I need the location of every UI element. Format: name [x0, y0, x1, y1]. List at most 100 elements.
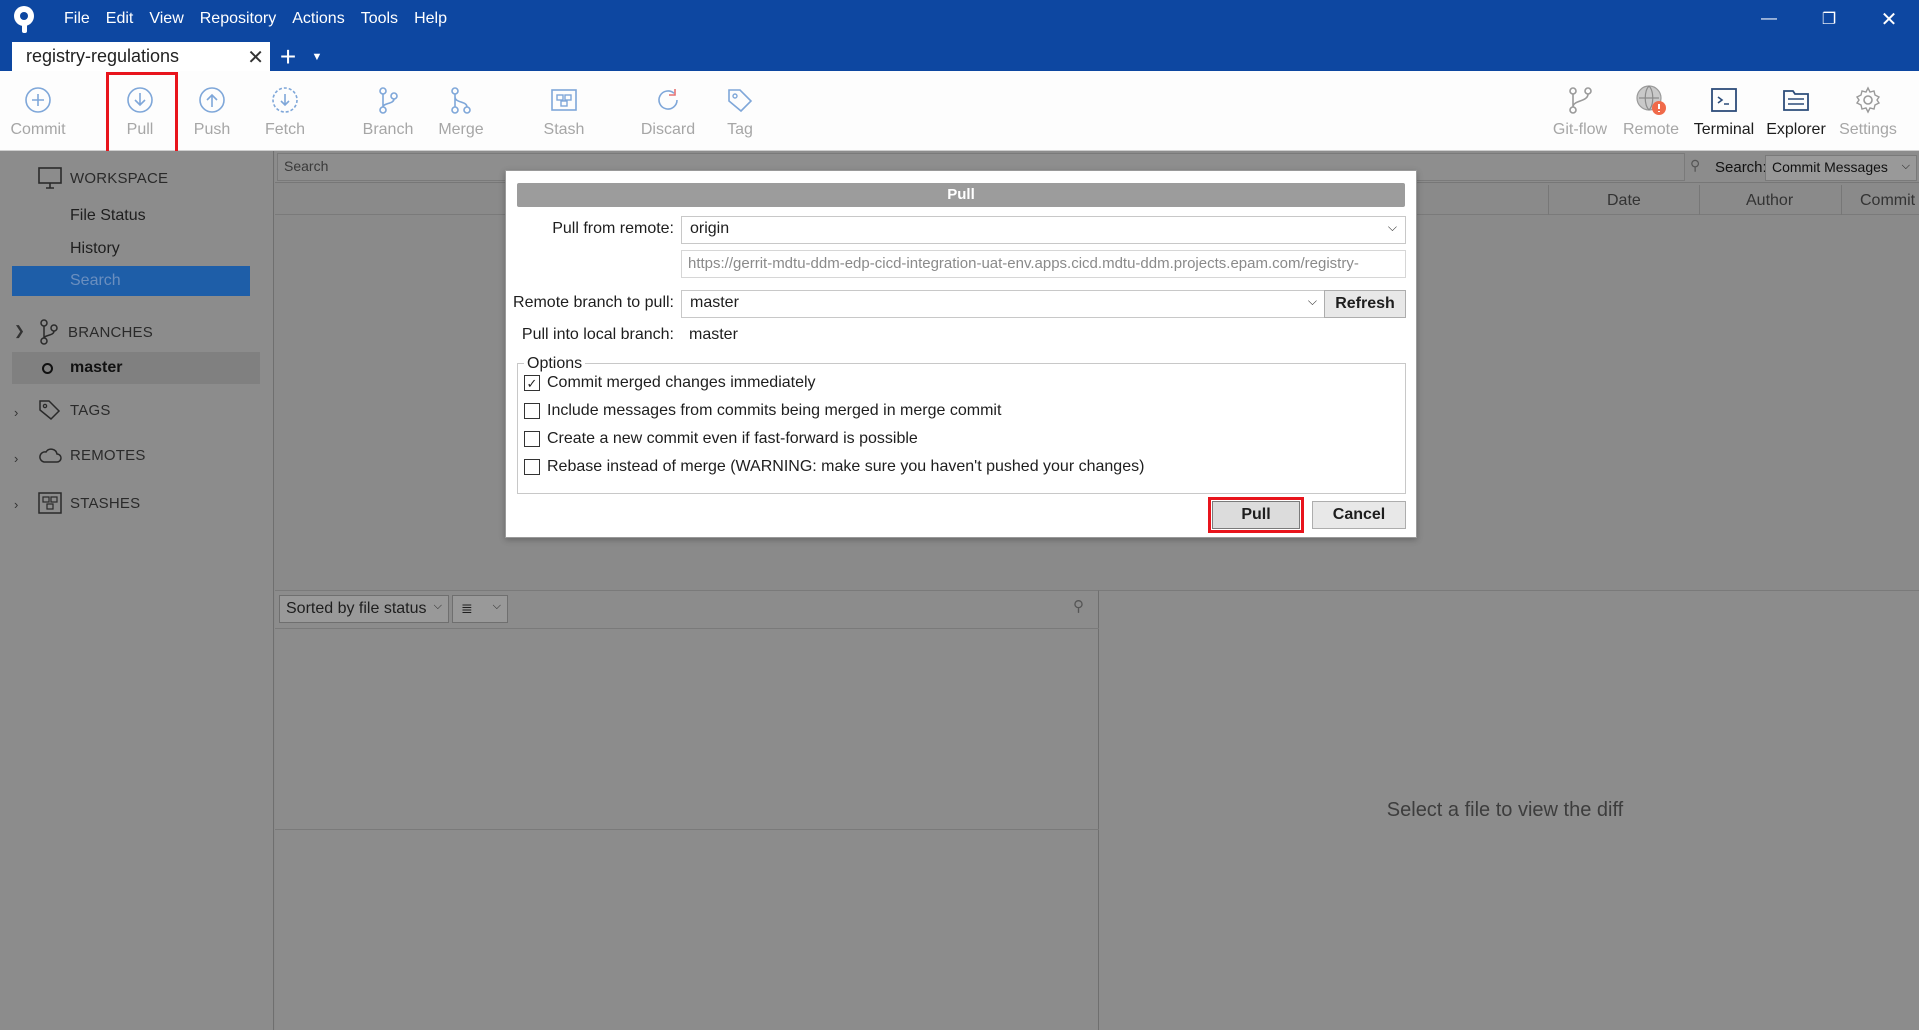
- remote-button[interactable]: Remote: [1619, 71, 1683, 151]
- branch-item-master[interactable]: master: [12, 352, 260, 384]
- settings-label: Settings: [1839, 121, 1897, 138]
- remotes-header[interactable]: REMOTES: [38, 446, 146, 464]
- checkbox[interactable]: [524, 403, 540, 419]
- files-panel: Sorted by file status ⌵ ≣ ⌵ ⚲: [275, 590, 1099, 1030]
- tab-list-chevron-icon[interactable]: ▼: [306, 42, 328, 71]
- local-branch-value: master: [689, 326, 738, 343]
- remote-branch-select[interactable]: master ⌵: [681, 290, 1326, 318]
- local-branch-label: Pull into local branch:: [521, 326, 674, 343]
- tag-icon: [723, 83, 757, 117]
- refresh-label: Refresh: [1335, 295, 1395, 312]
- checkbox[interactable]: [524, 459, 540, 475]
- push-label: Push: [193, 121, 231, 138]
- menu-actions[interactable]: Actions: [284, 10, 352, 28]
- menu-file[interactable]: File: [56, 10, 98, 28]
- cancel-button[interactable]: Cancel: [1312, 501, 1406, 529]
- commit-label: Commit: [10, 121, 66, 138]
- stash-button[interactable]: Stash: [532, 71, 596, 151]
- view-mode-select[interactable]: ≣ ⌵: [452, 595, 508, 623]
- menu-tools[interactable]: Tools: [353, 10, 406, 28]
- tab-close-icon[interactable]: ✕: [247, 45, 264, 70]
- stashes-label: STASHES: [70, 494, 141, 512]
- terminal-label: Terminal: [1693, 121, 1755, 138]
- search-mode-value: Commit Messages: [1772, 159, 1888, 175]
- options-group: Options ✓ Commit merged changes immediat…: [517, 355, 1406, 494]
- search-mode-select[interactable]: Commit Messages ⌵: [1765, 155, 1917, 181]
- option-include-messages[interactable]: Include messages from commits being merg…: [524, 402, 1001, 420]
- sidebar-item-file-status[interactable]: File Status: [70, 207, 146, 225]
- menu-edit[interactable]: Edit: [98, 10, 142, 28]
- chevron-down-icon: ⌵: [1307, 294, 1317, 308]
- workspace-label: WORKSPACE: [70, 169, 169, 187]
- branches-chevron-down-icon[interactable]: ❯: [14, 323, 25, 339]
- dialog-title: Pull: [517, 183, 1405, 207]
- sort-select[interactable]: Sorted by file status ⌵: [279, 595, 449, 623]
- remotes-chevron-right-icon[interactable]: ›: [14, 451, 18, 466]
- tags-header[interactable]: TAGS: [38, 398, 111, 422]
- chevron-down-icon: ⌵: [492, 600, 501, 612]
- terminal-button[interactable]: Terminal: [1690, 71, 1758, 151]
- column-date[interactable]: Date: [1607, 192, 1641, 210]
- restore-icon[interactable]: ❐: [1799, 0, 1859, 38]
- branches-header[interactable]: BRANCHES: [38, 319, 153, 345]
- search-mode-label: Search:: [1715, 159, 1767, 176]
- search-icon[interactable]: ⚲: [1073, 597, 1084, 615]
- toolbar: Commit Pull Push Fetch Branch Merge Stas…: [0, 71, 1919, 156]
- options-legend: Options: [524, 355, 586, 373]
- commit-icon: [21, 83, 55, 117]
- gitflow-icon: [1563, 83, 1597, 117]
- diff-empty-message: Select a file to view the diff: [1386, 799, 1624, 821]
- stashes-header[interactable]: STASHES: [38, 492, 140, 514]
- menu-view[interactable]: View: [141, 10, 191, 28]
- sidebar: WORKSPACE File Status History Search ❯ B…: [0, 151, 274, 1030]
- settings-button[interactable]: Settings: [1834, 71, 1902, 151]
- option-rebase[interactable]: Rebase instead of merge (WARNING: make s…: [524, 458, 1144, 476]
- stash-icon: [547, 83, 581, 117]
- remote-select[interactable]: origin ⌵: [681, 216, 1406, 244]
- merge-button[interactable]: Merge: [429, 71, 493, 151]
- discard-button[interactable]: Discard: [636, 71, 700, 151]
- branch-icon: [371, 83, 405, 117]
- branch-name: master: [70, 359, 123, 376]
- commit-button[interactable]: Commit: [6, 71, 70, 151]
- checkbox-checked[interactable]: ✓: [524, 375, 540, 391]
- menu-bar: File Edit View Repository Actions Tools …: [0, 0, 455, 38]
- sidebar-item-search-label: Search: [70, 272, 121, 289]
- gitflow-button[interactable]: Git-flow: [1548, 71, 1612, 151]
- branch-button[interactable]: Branch: [356, 71, 420, 151]
- add-tab-icon[interactable]: +: [270, 41, 306, 72]
- option-label: Rebase instead of merge (WARNING: make s…: [547, 458, 1145, 475]
- remote-icon: [1634, 83, 1668, 117]
- tag-button[interactable]: Tag: [708, 71, 772, 151]
- push-button[interactable]: Push: [180, 71, 244, 151]
- minimize-icon[interactable]: —: [1739, 0, 1799, 38]
- option-label: Include messages from commits being merg…: [547, 402, 1002, 419]
- checkbox[interactable]: [524, 431, 540, 447]
- stashes-chevron-right-icon[interactable]: ›: [14, 497, 18, 512]
- repo-tab[interactable]: registry-regulations ✕: [12, 42, 270, 71]
- window-controls: — ❐ ✕: [1739, 0, 1919, 38]
- tags-chevron-right-icon[interactable]: ›: [14, 405, 18, 420]
- option-commit-immediately[interactable]: ✓ Commit merged changes immediately: [524, 374, 816, 392]
- refresh-button[interactable]: Refresh: [1324, 290, 1406, 318]
- fetch-button[interactable]: Fetch: [253, 71, 317, 151]
- remotes-label: REMOTES: [70, 446, 146, 464]
- workspace-header[interactable]: WORKSPACE: [38, 167, 168, 189]
- close-icon[interactable]: ✕: [1859, 0, 1919, 38]
- merge-icon: [444, 83, 478, 117]
- sidebar-item-history[interactable]: History: [70, 240, 120, 258]
- search-placeholder: Search: [284, 158, 329, 174]
- option-no-fast-forward[interactable]: Create a new commit even if fast-forward…: [524, 430, 918, 448]
- explorer-button[interactable]: Explorer: [1762, 71, 1830, 151]
- explorer-icon: [1779, 83, 1813, 117]
- current-branch-icon: [42, 362, 53, 374]
- column-commit[interactable]: Commit: [1860, 192, 1915, 210]
- chevron-down-icon: ⌵: [1901, 160, 1910, 172]
- pull-dialog: Pull Pull from remote: origin ⌵ https://…: [505, 170, 1417, 538]
- column-author[interactable]: Author: [1746, 192, 1793, 210]
- stash-icon: [38, 492, 62, 514]
- menu-help[interactable]: Help: [406, 10, 455, 28]
- menu-repository[interactable]: Repository: [192, 10, 284, 28]
- sidebar-item-search[interactable]: Search: [12, 266, 250, 296]
- diff-panel: Select a file to view the diff: [1099, 590, 1919, 1030]
